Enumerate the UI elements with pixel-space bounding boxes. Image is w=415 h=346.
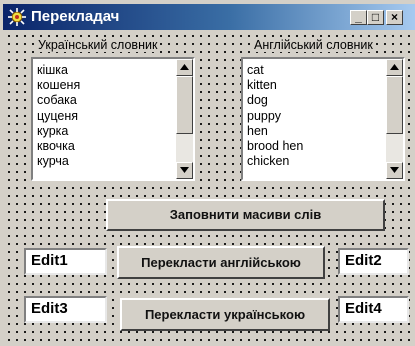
fill-arrays-button[interactable]: Заповнити масиви слів [106, 199, 385, 231]
arrow-up-icon[interactable] [176, 59, 193, 76]
scroll-thumb[interactable] [176, 76, 193, 134]
ukrainian-dictionary-label: Український словник [36, 38, 160, 52]
list-item[interactable]: chicken [247, 154, 303, 169]
form-area: Український словник Англійський словник … [3, 30, 415, 346]
edit1-field[interactable]: Edit1 [24, 248, 107, 275]
arrow-up-icon[interactable] [386, 59, 403, 76]
translate-to-english-button[interactable]: Перекласти англійською [117, 246, 325, 279]
list-item[interactable]: собака [37, 93, 80, 108]
list-item[interactable]: kitten [247, 78, 303, 93]
edit4-field[interactable]: Edit4 [338, 296, 409, 323]
minimize-button[interactable]: _ [350, 10, 367, 25]
ukrainian-listbox[interactable]: кішка кошеня собака цуценя курка квочка курча [31, 57, 195, 181]
english-listbox[interactable]: cat kitten dog puppy hen brood hen chicken [241, 57, 405, 181]
app-window: Перекладач _ □ × Український словник Анг… [0, 0, 415, 346]
app-icon [8, 8, 26, 26]
list-item[interactable]: курка [37, 124, 80, 139]
ukrainian-scrollbar[interactable] [176, 59, 193, 179]
edit2-field[interactable]: Edit2 [338, 248, 409, 275]
list-item[interactable]: кошеня [37, 78, 80, 93]
list-item[interactable]: курча [37, 154, 80, 169]
list-item[interactable]: cat [247, 63, 303, 78]
edit3-field[interactable]: Edit3 [24, 296, 107, 323]
translate-to-ukrainian-button[interactable]: Перекласти українською [120, 298, 330, 331]
ukrainian-word-list: кішка кошеня собака цуценя курка квочка курча [37, 63, 80, 169]
close-button[interactable]: × [386, 10, 403, 25]
list-item[interactable]: hen [247, 124, 303, 139]
scroll-thumb[interactable] [386, 76, 403, 134]
english-dictionary-label: Англійський словник [252, 38, 375, 52]
list-item[interactable]: puppy [247, 109, 303, 124]
maximize-button[interactable]: □ [367, 10, 384, 25]
title-bar[interactable]: Перекладач _ □ × [3, 4, 415, 30]
english-word-list: cat kitten dog puppy hen brood hen chicken [247, 63, 303, 169]
english-scrollbar[interactable] [386, 59, 403, 179]
list-item[interactable]: цуценя [37, 109, 80, 124]
arrow-down-icon[interactable] [176, 162, 193, 179]
window-title: Перекладач [31, 8, 120, 25]
list-item[interactable]: кішка [37, 63, 80, 78]
arrow-down-icon[interactable] [386, 162, 403, 179]
list-item[interactable]: brood hen [247, 139, 303, 154]
list-item[interactable]: dog [247, 93, 303, 108]
list-item[interactable]: квочка [37, 139, 80, 154]
